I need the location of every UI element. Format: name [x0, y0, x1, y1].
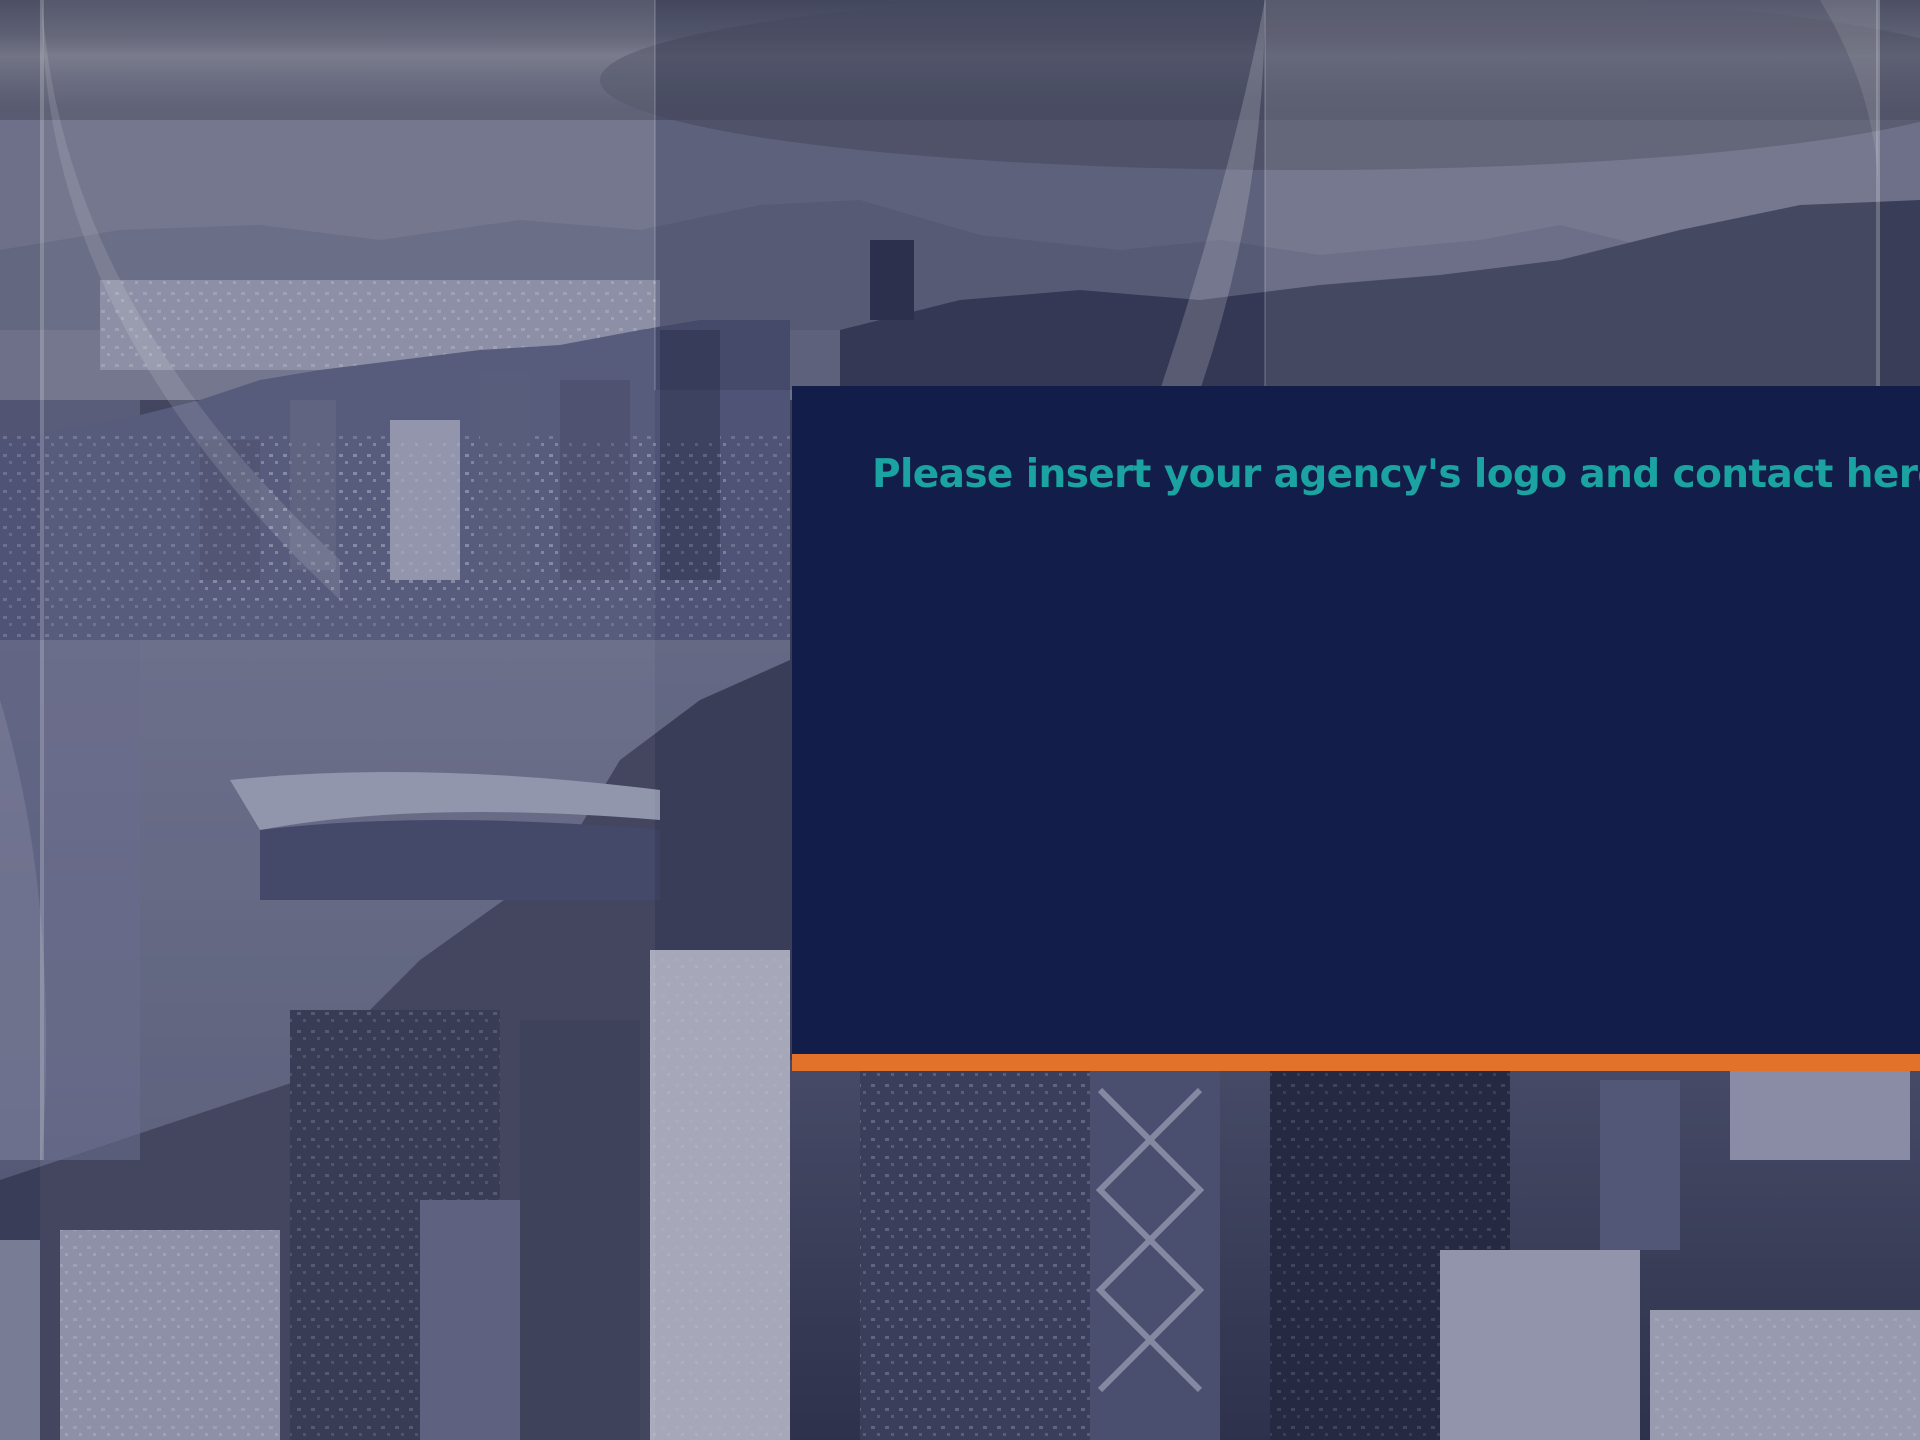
contact-placeholder-text: Please insert your agency's logo and con…: [872, 452, 1920, 497]
contact-placeholder-panel: Please insert your agency's logo and con…: [792, 386, 1920, 1054]
orange-accent-bar: [792, 1054, 1920, 1071]
slide: Please insert your agency's logo and con…: [0, 0, 1920, 1440]
